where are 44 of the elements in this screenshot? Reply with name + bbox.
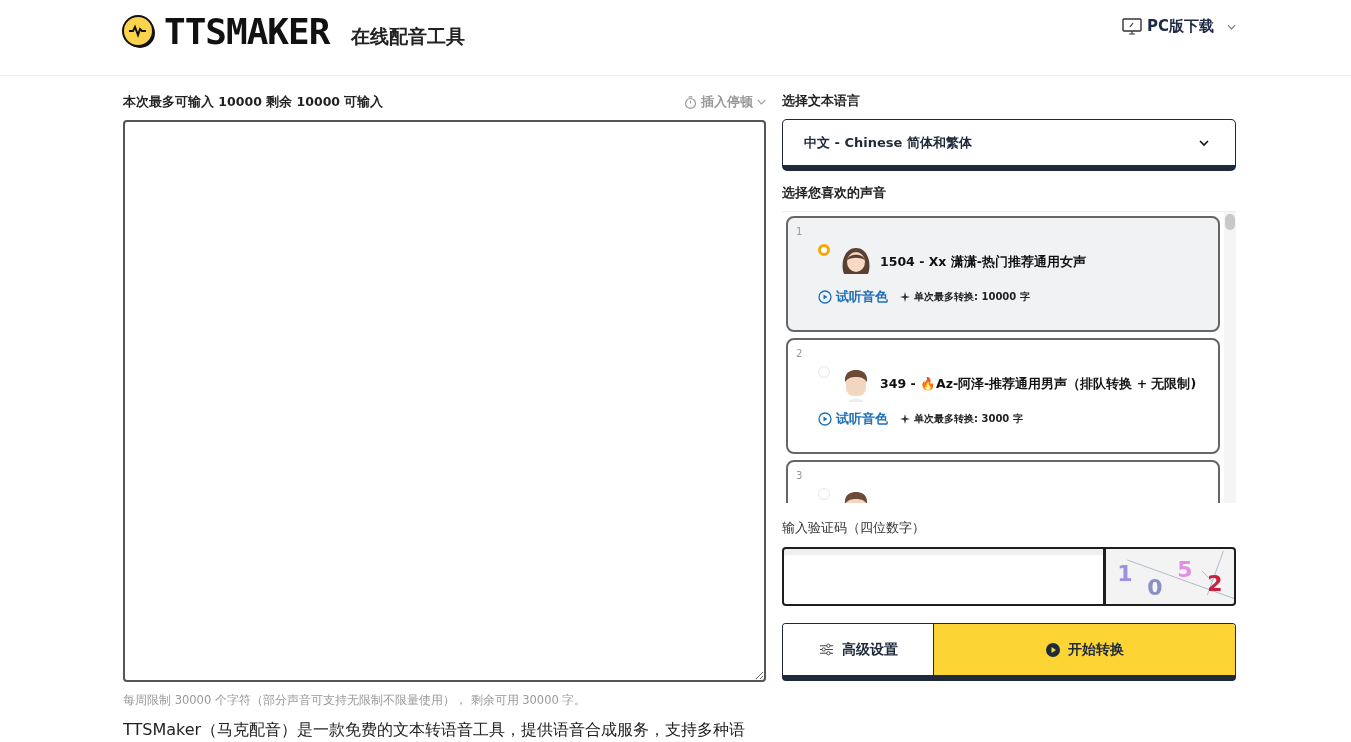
quota-note: 每周限制 30000 个字符（部分声音可支持无限制不限量使用）， 剩余可用 30000 字。	[123, 693, 588, 708]
voice-number: 3	[796, 470, 803, 481]
play-icon	[818, 412, 832, 426]
language-select[interactable]: 中文 - Chinese 简体和繁体	[782, 119, 1236, 171]
play-icon	[818, 290, 832, 304]
voice-name: 1504 - Xx 潇潇-热门推荐通用女声	[880, 253, 1086, 271]
captcha-label: 输入验证码（四位数字）	[782, 519, 926, 537]
voice-limit: 单次最多转换: 10000 字	[914, 290, 1030, 304]
intro-text: TTSMaker（马克配音）是一款免费的文本转语音工具，提供语音合成服务，支持多种语	[123, 720, 747, 741]
captcha-digit: 1	[1117, 563, 1133, 588]
sparkle-icon	[900, 414, 910, 424]
caret-icon	[1227, 23, 1236, 30]
voice-number: 2	[796, 348, 803, 359]
voice-name: 349 - 🔥Az-阿泽-推荐通用男声（排队转换 + 无限制)	[880, 375, 1197, 393]
language-label: 选择文本语言	[782, 93, 861, 110]
captcha-digit: 5	[1177, 559, 1193, 584]
timer-icon	[684, 95, 697, 109]
voice-card[interactable]: 1 1504 - Xx 潇潇-热门推荐通用女声 试听音色 单次最多转换: 10000 字	[786, 216, 1220, 332]
voice-limit: 单次最多转换: 3000 字	[914, 412, 1023, 426]
start-conversion-button[interactable]: 开始转换	[934, 624, 1235, 675]
sliders-icon	[818, 643, 834, 656]
download-menu-button[interactable]: PC版下载	[1122, 17, 1236, 36]
captcha-input[interactable]	[782, 547, 1106, 606]
tagline: 在线配音工具	[351, 23, 466, 49]
captcha-digit: 2	[1207, 573, 1223, 598]
caret-icon	[1199, 139, 1209, 146]
voice-card[interactable]: 2 349 - 🔥Az-阿泽-推荐通用男声（排队转换 + 无限制) 试听音色 单次最多转换: 3000 字	[786, 338, 1220, 454]
preview-voice-button[interactable]: 试听音色	[818, 288, 888, 306]
voice-label: 选择您喜欢的声音	[782, 185, 887, 202]
radio-button[interactable]	[818, 244, 830, 256]
caret-icon	[757, 99, 766, 105]
captcha-image[interactable]: 1 0 5 2	[1106, 547, 1236, 606]
logo-text: TTSMAKER	[164, 11, 330, 52]
voice-number: 1	[796, 226, 803, 237]
monitor-icon	[1122, 17, 1142, 36]
text-input-area[interactable]	[123, 120, 766, 682]
input-limit-label: 本次最多可输入 10000 剩余 10000 可输入	[123, 93, 384, 111]
preview-voice-button[interactable]: 试听音色	[818, 410, 888, 428]
sparkle-icon	[900, 292, 910, 302]
play-icon	[1045, 642, 1060, 657]
advanced-settings-button[interactable]: 高级设置	[783, 624, 934, 675]
logo-icon	[122, 14, 156, 49]
scrollbar-thumb[interactable]	[1225, 214, 1235, 230]
captcha-digit: 0	[1147, 577, 1163, 602]
